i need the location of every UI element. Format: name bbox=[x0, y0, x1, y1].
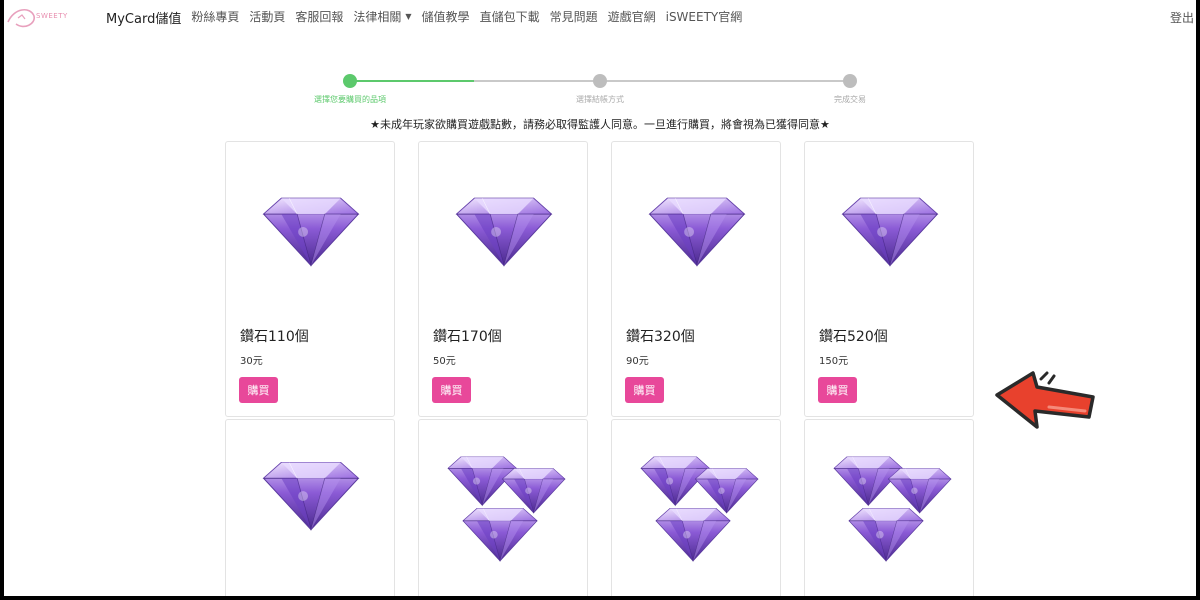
nav-item-legal-dropdown[interactable]: 法律相關 ▼ bbox=[353, 8, 411, 27]
buy-button[interactable]: 購買 bbox=[432, 377, 471, 403]
diamond-cluster-icon bbox=[640, 456, 759, 562]
diamond-gem-icon bbox=[263, 461, 359, 531]
nav-item-tutorial[interactable]: 儲值教學 bbox=[422, 8, 470, 27]
product-card bbox=[225, 419, 395, 596]
product-name: 鑽石320個 bbox=[626, 329, 695, 345]
nav-item-game-site[interactable]: 遊戲官網 bbox=[608, 8, 656, 27]
product-price: 50元 bbox=[433, 356, 456, 367]
product-card bbox=[418, 419, 588, 596]
nav-item-mycard[interactable]: MyCard儲值 bbox=[106, 8, 181, 27]
step-1-label: 選擇您要購買的品項 bbox=[314, 95, 386, 104]
product-card: 鑽石110個 30元 購買 bbox=[225, 141, 395, 417]
diamond-cluster-icon bbox=[833, 456, 952, 562]
nav-item-support[interactable]: 客服回報 bbox=[295, 8, 343, 27]
logout-link[interactable]: 登出 bbox=[1170, 9, 1194, 26]
page-frame: SWEETY MyCard儲值 粉絲專頁 活動頁 客服回報 法律相關 ▼ 儲值教學… bbox=[4, 0, 1196, 596]
nav-menu: MyCard儲值 粉絲專頁 活動頁 客服回報 法律相關 ▼ 儲值教學 直儲包下載 … bbox=[106, 8, 752, 27]
stepper-track-done bbox=[350, 80, 474, 82]
caret-down-icon: ▼ bbox=[405, 12, 412, 21]
product-price: 30元 bbox=[240, 356, 263, 367]
pointer-arrow-icon bbox=[995, 371, 1095, 429]
checkout-stepper: 選擇您要購買的品項 選擇結帳方式 完成交易 bbox=[304, 68, 874, 108]
step-2-dot bbox=[593, 74, 607, 88]
step-2-label: 選擇結帳方式 bbox=[576, 95, 624, 104]
stepper-track bbox=[474, 80, 854, 82]
product-card: 鑽石170個 50元 購買 bbox=[418, 141, 588, 417]
step-3-label: 完成交易 bbox=[834, 95, 866, 104]
product-card bbox=[804, 419, 974, 596]
top-navbar: SWEETY MyCard儲值 粉絲專頁 活動頁 客服回報 法律相關 ▼ 儲值教學… bbox=[4, 0, 1196, 34]
product-price: 90元 bbox=[626, 356, 649, 367]
nav-item-fanpage[interactable]: 粉絲專頁 bbox=[191, 8, 239, 27]
diamond-gem-icon bbox=[263, 197, 359, 266]
diamond-gem-icon bbox=[456, 197, 552, 266]
nav-item-events[interactable]: 活動頁 bbox=[249, 8, 285, 27]
product-name: 鑽石110個 bbox=[240, 329, 309, 345]
guardian-notice: ★未成年玩家欲購買遊戲點數，請務必取得監護人同意。一旦進行購買，將會視為已獲得同… bbox=[370, 118, 830, 131]
logo-text: SWEETY bbox=[36, 12, 68, 20]
nav-item-legal-label: 法律相關 bbox=[353, 10, 402, 24]
product-name: 鑽石520個 bbox=[819, 329, 888, 345]
nav-item-isweety-site[interactable]: iSWEETY官網 bbox=[666, 8, 743, 27]
step-3-dot bbox=[843, 74, 857, 88]
product-card: 鑽石320個 90元 購買 bbox=[611, 141, 781, 417]
diamond-gem-icon bbox=[842, 197, 938, 266]
nav-item-download[interactable]: 直儲包下載 bbox=[480, 8, 540, 27]
product-card: 鑽石520個 150元 購買 bbox=[804, 141, 974, 417]
nav-item-faq[interactable]: 常見問題 bbox=[550, 8, 598, 27]
product-name: 鑽石170個 bbox=[433, 329, 502, 345]
diamond-gem-icon bbox=[649, 197, 745, 266]
product-card bbox=[611, 419, 781, 596]
buy-button[interactable]: 購買 bbox=[239, 377, 278, 403]
step-1-dot bbox=[343, 74, 357, 88]
product-price: 150元 bbox=[819, 356, 849, 367]
diamond-cluster-icon bbox=[447, 456, 566, 562]
buy-button[interactable]: 購買 bbox=[625, 377, 664, 403]
buy-button[interactable]: 購買 bbox=[818, 377, 857, 403]
site-logo[interactable]: SWEETY bbox=[4, 2, 74, 32]
